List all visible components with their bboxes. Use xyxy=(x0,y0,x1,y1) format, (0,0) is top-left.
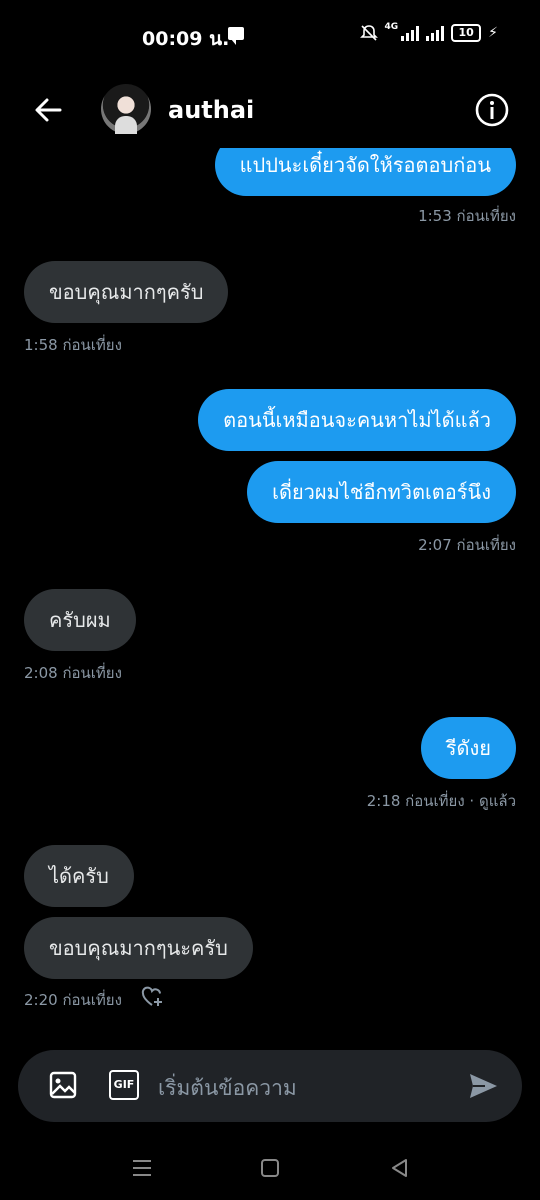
send-icon[interactable] xyxy=(466,1069,500,1103)
heart-react-icon[interactable] xyxy=(140,986,164,1008)
image-icon[interactable] xyxy=(48,1070,78,1100)
message-incoming[interactable]: ขอบคุณมากๆครับ xyxy=(24,261,229,323)
back-arrow-icon[interactable] xyxy=(30,92,66,128)
message-input[interactable]: เริ่มต้นข้อความ xyxy=(158,1072,297,1105)
battery-icon: 10 xyxy=(451,24,482,42)
message-timestamp: 1:53 ก่อนเที่ยง xyxy=(418,207,516,225)
message-incoming[interactable]: ได้ครับ xyxy=(24,845,134,907)
back-nav-icon[interactable] xyxy=(388,1156,412,1180)
message-outgoing[interactable]: รีดังย xyxy=(420,717,516,779)
status-bar: 00:09 น. 4G 10 ⚡ xyxy=(0,0,540,72)
conversation-header: authai xyxy=(0,72,540,148)
info-icon[interactable] xyxy=(474,92,510,128)
message-composer: GIF เริ่มต้นข้อความ xyxy=(18,1050,522,1122)
network-type: 4G xyxy=(384,22,399,32)
message-timestamp: 2:20 ก่อนเที่ยง xyxy=(24,991,122,1009)
avatar[interactable] xyxy=(101,84,151,134)
system-nav-bar xyxy=(0,1140,540,1200)
message-timestamp: 2:07 ก่อนเที่ยง xyxy=(418,536,516,554)
message-outgoing[interactable]: ตอนนี้เหมือนจะคนหาไม่ได้แล้ว xyxy=(198,389,516,451)
message-timestamp: 1:58 ก่อนเที่ยง xyxy=(24,336,122,354)
status-icons: 4G 10 ⚡ xyxy=(359,22,498,42)
home-icon[interactable] xyxy=(258,1156,282,1180)
signal-2-icon xyxy=(426,25,445,41)
signal-icon xyxy=(401,25,420,41)
message-outgoing[interactable]: เดี่ยวผมไช่อีกทวิตเตอร์นึง xyxy=(247,461,516,523)
gif-icon[interactable]: GIF xyxy=(109,1070,139,1100)
notification-message-icon xyxy=(228,27,244,45)
menu-icon[interactable] xyxy=(130,1156,154,1180)
conversation-name[interactable]: authai xyxy=(168,96,254,124)
message-incoming[interactable]: ครับผม xyxy=(24,589,136,651)
message-timestamp: 2:08 ก่อนเที่ยง xyxy=(24,664,122,682)
charging-icon: ⚡ xyxy=(488,25,498,41)
mute-bell-icon xyxy=(359,24,378,42)
message-timestamp-seen: 2:18 ก่อนเที่ยง · ดูแล้ว xyxy=(366,792,516,810)
message-incoming[interactable]: ขอบคุณมากๆนะครับ xyxy=(24,917,253,979)
status-time: 00:09 น. xyxy=(142,28,230,50)
